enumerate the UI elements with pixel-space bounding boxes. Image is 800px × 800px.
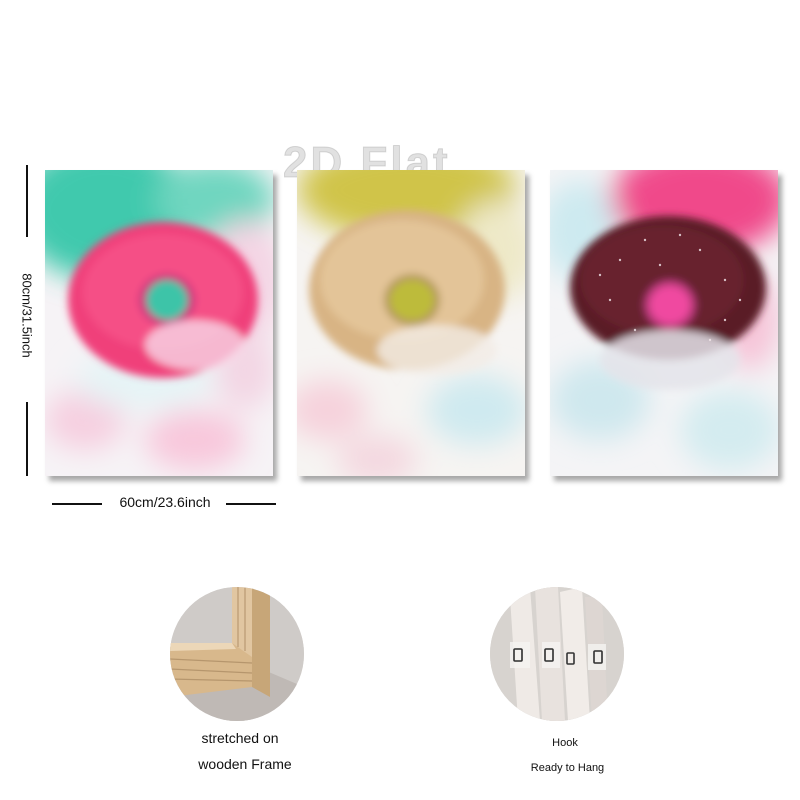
hook-caption-line2: Ready to Hang (530, 762, 605, 774)
height-dimension-line-bottom (26, 402, 28, 476)
height-dimension-label: 80cm/31.5inch (19, 273, 35, 358)
chocolate-donut-panel (550, 170, 778, 476)
pink-donut-painting (45, 170, 273, 476)
width-dimension-line-right (226, 503, 276, 505)
chocolate-donut-painting (550, 170, 778, 476)
hook-photo (490, 587, 624, 721)
glazed-donut-panel (297, 170, 525, 476)
width-dimension-line-left (52, 503, 102, 505)
frame-caption-line1: stretched on (201, 730, 279, 746)
frame-caption-line2: wooden Frame (198, 756, 292, 772)
width-dimension-label: 60cm/23.6inch (119, 494, 211, 510)
hook-caption-line1: Hook (552, 737, 578, 749)
height-dimension-line-top (26, 165, 28, 237)
pink-donut-panel (45, 170, 273, 476)
wooden-frame-photo (170, 587, 304, 721)
glazed-donut-painting (297, 170, 525, 476)
